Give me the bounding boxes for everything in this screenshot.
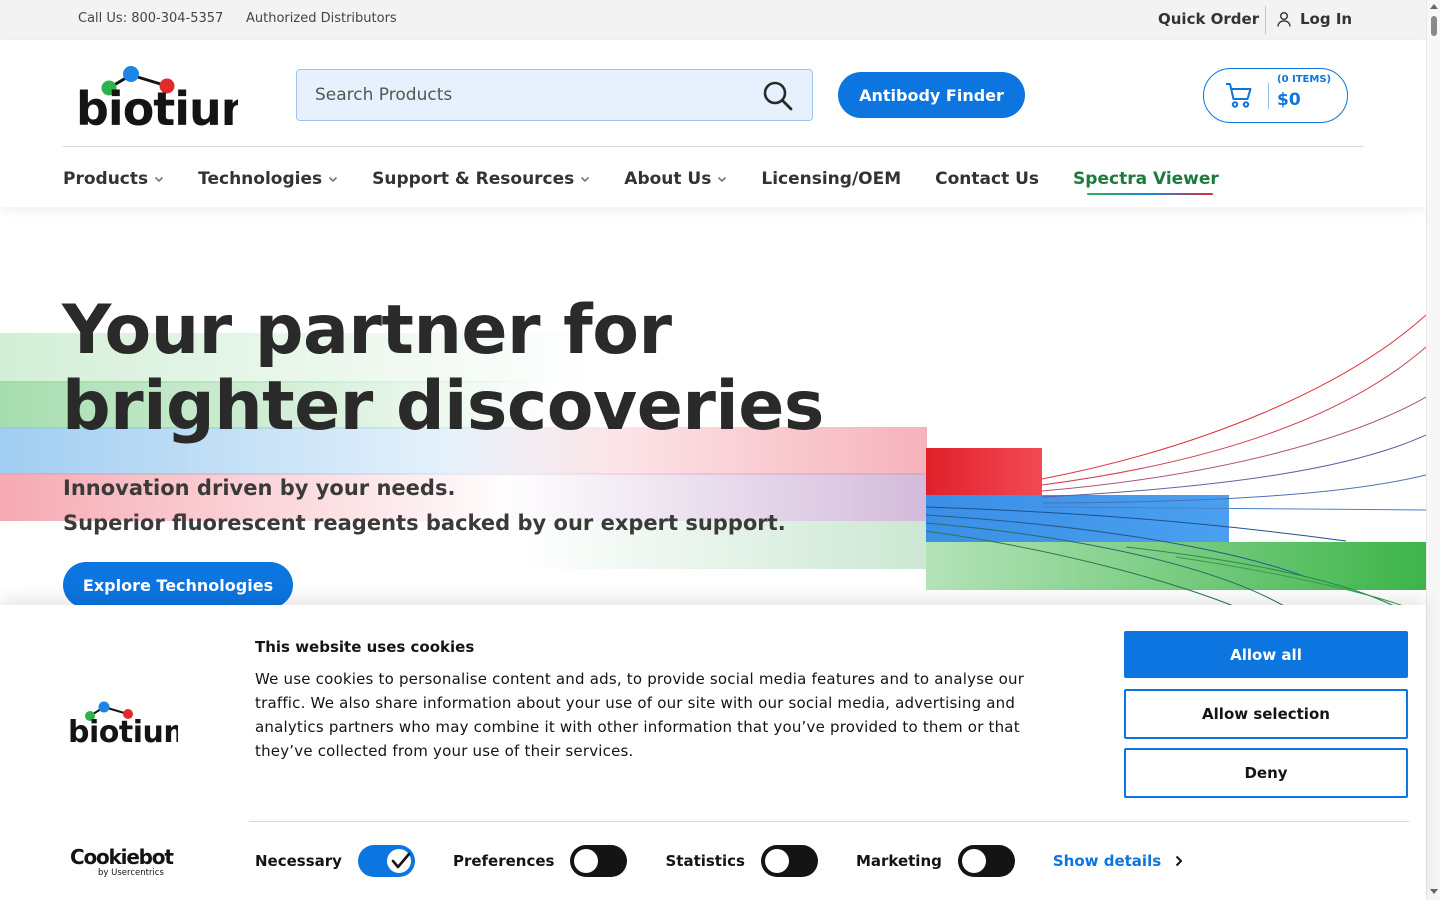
hero-spectra-graphic xyxy=(926,314,1426,607)
scroll-down-arrow-icon[interactable] xyxy=(1430,889,1438,894)
nav-label: Licensing/OEM xyxy=(761,169,902,189)
toggle-knob xyxy=(574,849,599,873)
cookie-divider xyxy=(249,821,1409,822)
cookie-biotium-logo: biotium xyxy=(68,701,195,750)
search-box xyxy=(296,69,813,121)
explore-technologies-button[interactable]: Explore Technologies xyxy=(63,562,293,607)
nav-item-contact-us[interactable]: Contact Us xyxy=(935,169,1039,189)
user-icon xyxy=(1277,12,1291,27)
hero-headline-line2: brighter discoveries xyxy=(62,367,824,446)
scroll-up-arrow-icon[interactable] xyxy=(1430,4,1438,9)
toggle-preferences[interactable] xyxy=(570,845,628,877)
nav-item-about-us[interactable]: About Us xyxy=(624,169,727,189)
nav-label: Support & Resources xyxy=(372,169,575,189)
show-details-link[interactable]: Show details xyxy=(1053,852,1183,870)
show-details-label: Show details xyxy=(1052,852,1162,870)
cart-divider xyxy=(1268,83,1269,109)
site-header: biotium Antibody Finder (0 ITEMS) $0 Pro… xyxy=(0,40,1426,207)
nav-item-products[interactable]: Products xyxy=(63,169,164,189)
search-input[interactable] xyxy=(315,70,745,120)
antibody-finder-button[interactable]: Antibody Finder xyxy=(838,72,1025,118)
cookiebot-wordmark: Cookiebot xyxy=(70,845,174,869)
toggle-marketing[interactable] xyxy=(957,845,1015,877)
authorized-distributors-link[interactable]: Authorized Distributors xyxy=(246,11,397,26)
cookie-consent-banner: biotium This website uses cookies We use… xyxy=(0,605,1426,900)
toggle-knob xyxy=(764,849,789,873)
nav-item-licensing-oem[interactable]: Licensing/OEM xyxy=(761,169,901,189)
checkmark-icon xyxy=(391,852,411,869)
cookie-description: We use cookies to personalise content an… xyxy=(255,670,1025,760)
cookiebot-logo[interactable]: Cookiebot by Usercentrics xyxy=(70,845,176,881)
quick-order-link[interactable]: Quick Order xyxy=(1158,10,1259,28)
toggle-necessary[interactable] xyxy=(357,845,415,877)
nav-label: Technologies xyxy=(198,169,323,189)
nav-item-support-resources[interactable]: Support & Resources xyxy=(372,169,590,189)
consent-toggles: Necessary Preferences Statistics Marketi… xyxy=(255,845,1183,877)
login-label: Log In xyxy=(1300,10,1353,28)
toggle-knob xyxy=(961,849,986,873)
nav-label: Contact Us xyxy=(935,169,1040,189)
utility-divider xyxy=(1265,6,1266,34)
cart-items-count: (0 ITEMS) xyxy=(1277,74,1332,85)
logo-text: biotium xyxy=(76,82,238,128)
toggle-label-statistics: Statistics xyxy=(665,852,745,870)
toggle-label-necessary: Necessary xyxy=(255,852,342,870)
main-nav: Products Technologies Support & Resource… xyxy=(63,164,1253,195)
nav-item-technologies[interactable]: Technologies xyxy=(198,169,338,189)
chevron-down-icon xyxy=(155,176,164,183)
allow-selection-button[interactable]: Allow selection xyxy=(1124,689,1408,739)
header-divider xyxy=(63,146,1363,147)
scroll-thumb[interactable] xyxy=(1431,16,1437,36)
page-scrollbar[interactable] xyxy=(1426,0,1440,900)
hero-section: Your partner for brighter discoveries In… xyxy=(0,207,1426,607)
nav-label: Products xyxy=(63,169,149,189)
chevron-down-icon xyxy=(718,176,727,183)
nav-label: Spectra Viewer xyxy=(1073,169,1219,189)
hero-sub-line2: Superior fluorescent reagents backed by … xyxy=(63,511,786,535)
call-us-link[interactable]: Call Us: 800-304-5357 xyxy=(78,11,223,26)
chevron-down-icon xyxy=(581,176,590,183)
search-icon[interactable] xyxy=(762,80,794,116)
cookie-logo-text: biotium xyxy=(68,715,178,745)
nav-label: About Us xyxy=(624,169,712,189)
cart-total: $0 xyxy=(1277,90,1301,110)
hero-headline: Your partner for brighter discoveries xyxy=(62,293,824,445)
allow-all-button[interactable]: Allow all xyxy=(1124,631,1408,678)
login-link[interactable]: Log In xyxy=(1276,10,1352,28)
cart-button[interactable]: (0 ITEMS) $0 xyxy=(1203,68,1348,123)
utility-bar: Call Us: 800-304-5357 Authorized Distrib… xyxy=(0,0,1426,40)
biotium-logo[interactable]: biotium xyxy=(76,64,269,136)
hero-sub-line1: Innovation driven by your needs. xyxy=(63,476,456,500)
chevron-right-icon xyxy=(1175,855,1183,867)
chevron-down-icon xyxy=(329,176,338,183)
cookiebot-sub: by Usercentrics xyxy=(98,868,164,877)
toggle-label-preferences: Preferences xyxy=(452,852,555,870)
toggle-label-marketing: Marketing xyxy=(855,852,942,870)
hero-subheadline: Innovation driven by your needs. Superio… xyxy=(63,471,786,541)
cart-icon xyxy=(1224,81,1254,113)
nav-item-spectra-viewer[interactable]: Spectra Viewer xyxy=(1073,169,1219,195)
toggle-statistics[interactable] xyxy=(760,845,818,877)
hero-headline-line1: Your partner for xyxy=(62,291,672,370)
cookie-title: This website uses cookies xyxy=(255,638,475,656)
deny-button[interactable]: Deny xyxy=(1124,748,1408,798)
spectra-gradient-underline xyxy=(1087,193,1213,195)
